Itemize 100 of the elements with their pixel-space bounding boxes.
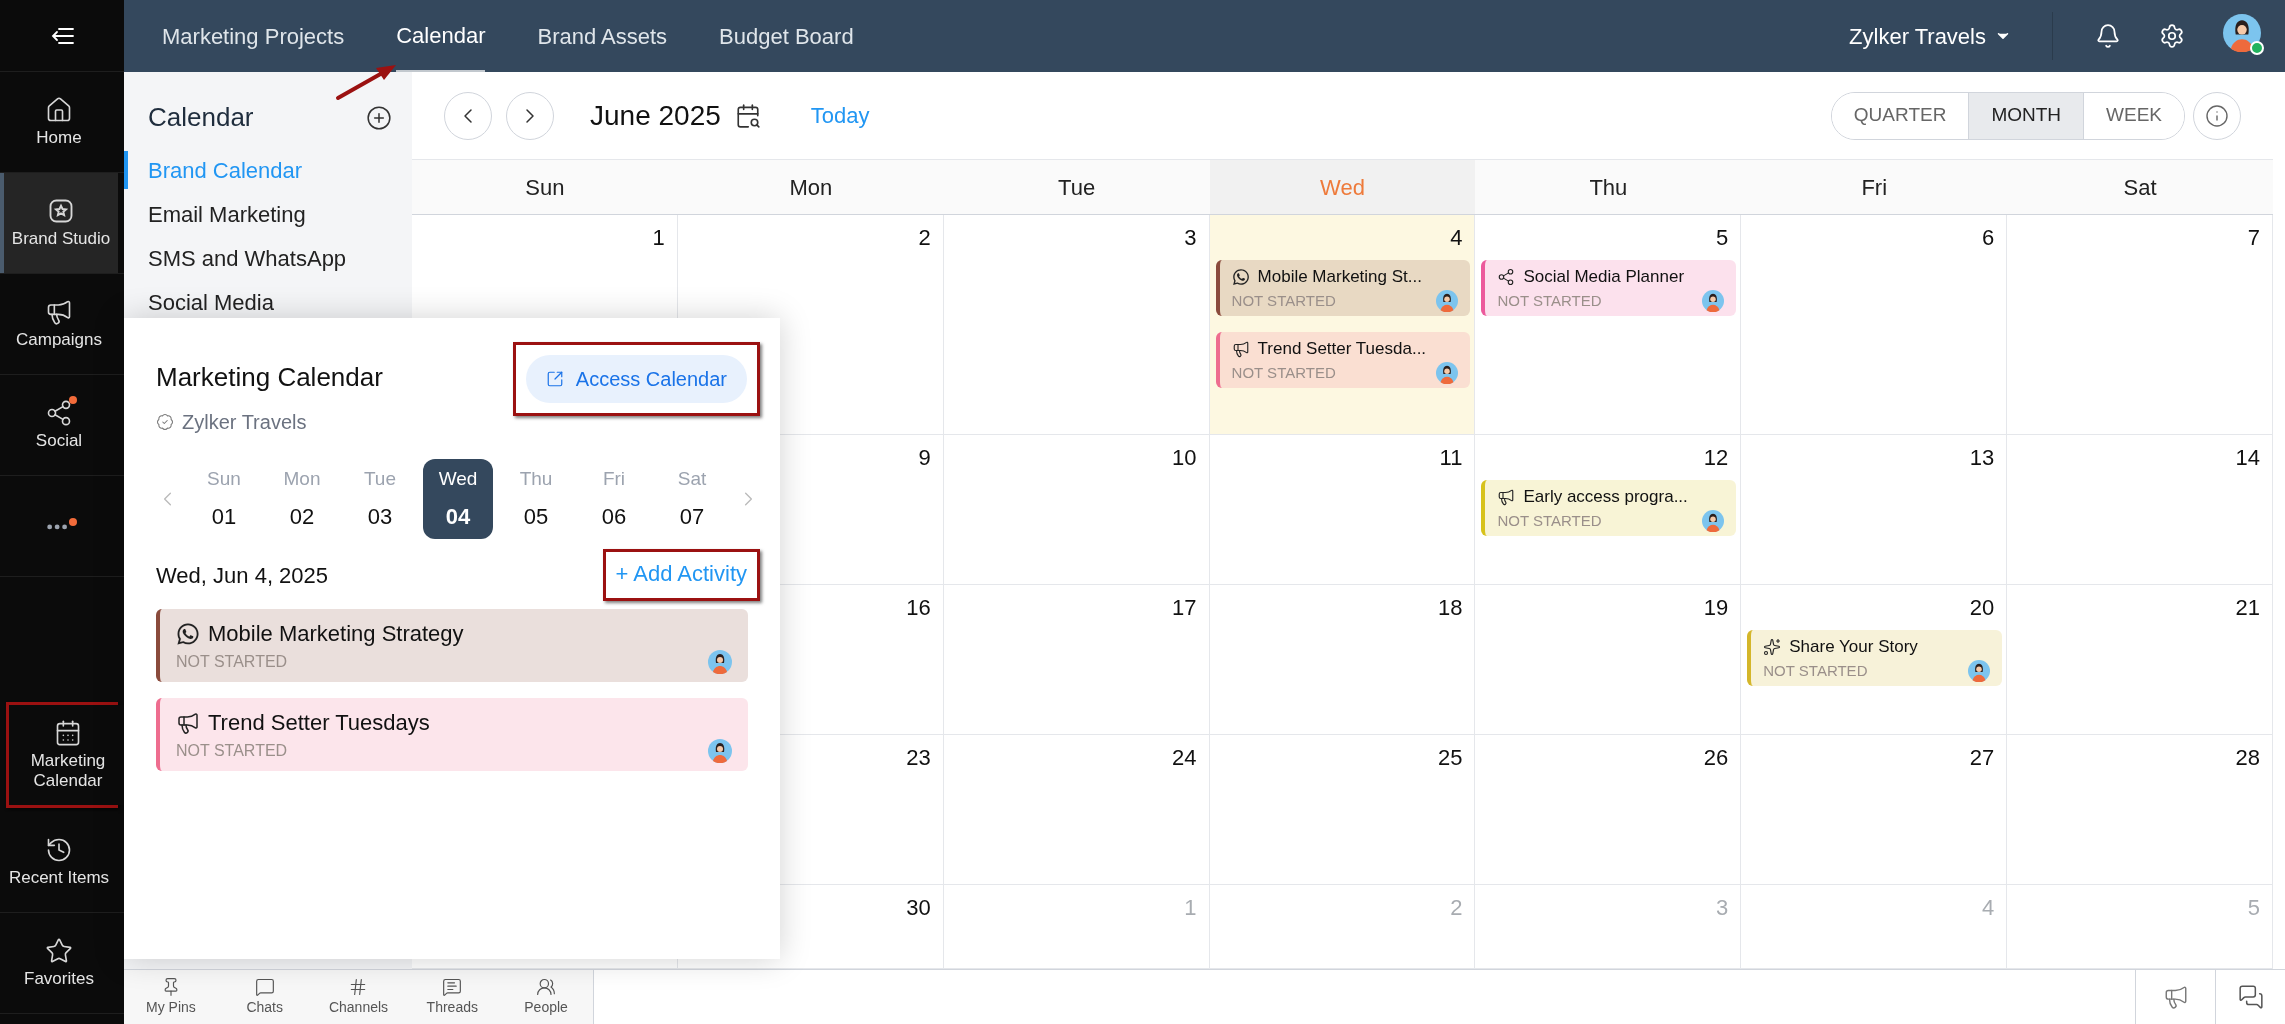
day-cell[interactable]: 25: [1209, 735, 1476, 885]
day-chip[interactable]: Wed 04: [423, 459, 493, 539]
date-number: 24: [1172, 744, 1198, 772]
access-calendar-button[interactable]: Access Calendar: [525, 355, 747, 403]
bottom-bar-tab[interactable]: My Pins: [124, 970, 218, 1024]
star-square-icon: [47, 197, 75, 225]
date-number: 21: [2235, 594, 2261, 622]
status-label: NOT STARTED: [1763, 660, 1868, 681]
day-cell[interactable]: 11: [1209, 435, 1476, 585]
weekday-header: Thu: [1589, 173, 1628, 202]
date-number: 19: [1703, 594, 1730, 622]
day-cell[interactable]: 28: [2007, 735, 2273, 885]
day-cell[interactable]: 10: [943, 435, 1210, 585]
avatar: [1436, 361, 1459, 384]
thread-icon: [442, 976, 463, 997]
add-icon[interactable]: [366, 104, 392, 131]
rail-item[interactable]: Brand Studio: [0, 173, 118, 273]
day-cell[interactable]: 21: [2007, 585, 2273, 735]
date-number: 16: [906, 594, 932, 622]
calendar-search-icon[interactable]: [734, 102, 761, 129]
megaphone-icon: [176, 710, 200, 735]
status-label: NOT STARTED: [1497, 290, 1602, 311]
date-number: 4: [1450, 224, 1464, 252]
day-cell[interactable]: 4 Mobile Marketing St... NOT STARTED Trend Setter Tuesda... NOT STARTED: [1209, 215, 1476, 435]
date-number: 7: [2247, 224, 2261, 252]
date-number: 28: [2235, 744, 2261, 772]
event-title: Mobile Marketing Strategy: [208, 620, 464, 648]
day-cell[interactable]: 7: [2007, 215, 2273, 435]
nav-tab[interactable]: Budget Board: [719, 0, 854, 72]
date-number: 2: [918, 224, 932, 252]
weekday-header: Wed: [1320, 173, 1365, 202]
date-number: 26: [1703, 744, 1730, 772]
share-icon: [45, 399, 73, 427]
day-cell[interactable]: 14: [2007, 435, 2273, 585]
notification-icon[interactable]: [2095, 23, 2121, 49]
share-icon: [1497, 267, 1516, 286]
event-card[interactable]: Mobile Marketing Strategy NOT STARTED: [156, 609, 748, 682]
status-label: NOT STARTED: [1231, 362, 1336, 383]
nav-tab[interactable]: Marketing Projects: [162, 0, 345, 72]
day-cell[interactable]: 3: [943, 215, 1210, 435]
event-card[interactable]: Social Media Planner NOT STARTED: [1481, 260, 1737, 316]
view-tab[interactable]: WEEK: [2083, 92, 2184, 139]
weekday-header: Fri: [1861, 173, 1888, 202]
people-icon: [536, 976, 557, 997]
avatar: [708, 739, 732, 763]
day-cell[interactable]: 27: [1741, 735, 2008, 885]
avatar: [2223, 13, 2261, 52]
chat-bubble-phone-icon: [1231, 267, 1250, 286]
bottom-bar-tab[interactable]: Threads: [405, 970, 500, 1024]
day-cell[interactable]: 6: [1741, 215, 2008, 435]
nav-tab[interactable]: Brand Assets: [537, 0, 668, 72]
date-number: 18: [1437, 594, 1464, 622]
event-title: Share Your Story: [1789, 636, 1918, 658]
avatar: [1436, 289, 1459, 312]
weekday-header: Mon: [789, 173, 833, 202]
date-number: 27: [1969, 744, 1996, 772]
event-card[interactable]: Early access progra... NOT STARTED: [1481, 480, 1737, 536]
event-card[interactable]: Share Your Story NOT STARTED: [1747, 630, 2003, 686]
chat-icon: [254, 976, 275, 997]
sidebar-item[interactable]: Social Media: [124, 283, 412, 321]
org-switcher[interactable]: Zylker Travels: [1849, 12, 2053, 60]
badge-icon: [156, 413, 174, 431]
day-cell[interactable]: 26: [1475, 735, 1742, 885]
external-link-icon: [545, 370, 564, 388]
date-number: 13: [1969, 444, 1996, 472]
bottom-bar-tab[interactable]: People: [499, 970, 593, 1024]
day-cell[interactable]: 5 Social Media Planner NOT STARTED: [1475, 215, 1742, 435]
sparkles-icon: [1763, 637, 1782, 656]
event-card[interactable]: Mobile Marketing St... NOT STARTED: [1215, 260, 1471, 316]
date-number: 9: [918, 444, 932, 472]
settings-icon[interactable]: [2159, 23, 2185, 49]
popup-title: Marketing Calendar: [156, 361, 383, 394]
sidebar-item[interactable]: SMS and WhatsApp: [124, 239, 412, 277]
history-icon: [45, 836, 73, 864]
day-cell[interactable]: 20 Share Your Story NOT STARTED: [1741, 585, 2008, 735]
date-number: 1: [1184, 894, 1198, 922]
day-cell[interactable]: 24: [943, 735, 1210, 885]
avatar: [1702, 509, 1725, 532]
day-cell[interactable]: 19: [1475, 585, 1742, 735]
org-name: Zylker Travels: [182, 410, 307, 435]
sidebar-item[interactable]: Email Marketing: [124, 195, 412, 233]
event-title: Trend Setter Tuesda...: [1257, 338, 1427, 360]
menu-collapse-icon[interactable]: [49, 25, 75, 46]
bottom-bar-tab[interactable]: Channels: [311, 970, 406, 1024]
avatar: [708, 650, 732, 674]
view-tab[interactable]: MONTH: [1968, 92, 2084, 139]
event-card[interactable]: Trend Setter Tuesdays NOT STARTED: [156, 698, 748, 771]
weekday-header: Sun: [525, 173, 565, 202]
date-number: 5: [2247, 894, 2261, 922]
day-cell[interactable]: 12 Early access progra... NOT STARTED: [1475, 435, 1742, 585]
star-icon: [45, 937, 73, 965]
date-number: 5: [1716, 224, 1730, 252]
chat-stack-icon[interactable]: [2237, 984, 2264, 1010]
event-card[interactable]: Trend Setter Tuesda... NOT STARTED: [1215, 332, 1471, 388]
bottom-bar-tab[interactable]: Chats: [217, 970, 312, 1024]
day-cell[interactable]: 18: [1209, 585, 1476, 735]
avatar: [1968, 659, 1991, 682]
chat-bubble-phone-icon: [176, 621, 200, 646]
day-cell[interactable]: 17: [943, 585, 1210, 735]
day-cell[interactable]: 13: [1741, 435, 2008, 585]
